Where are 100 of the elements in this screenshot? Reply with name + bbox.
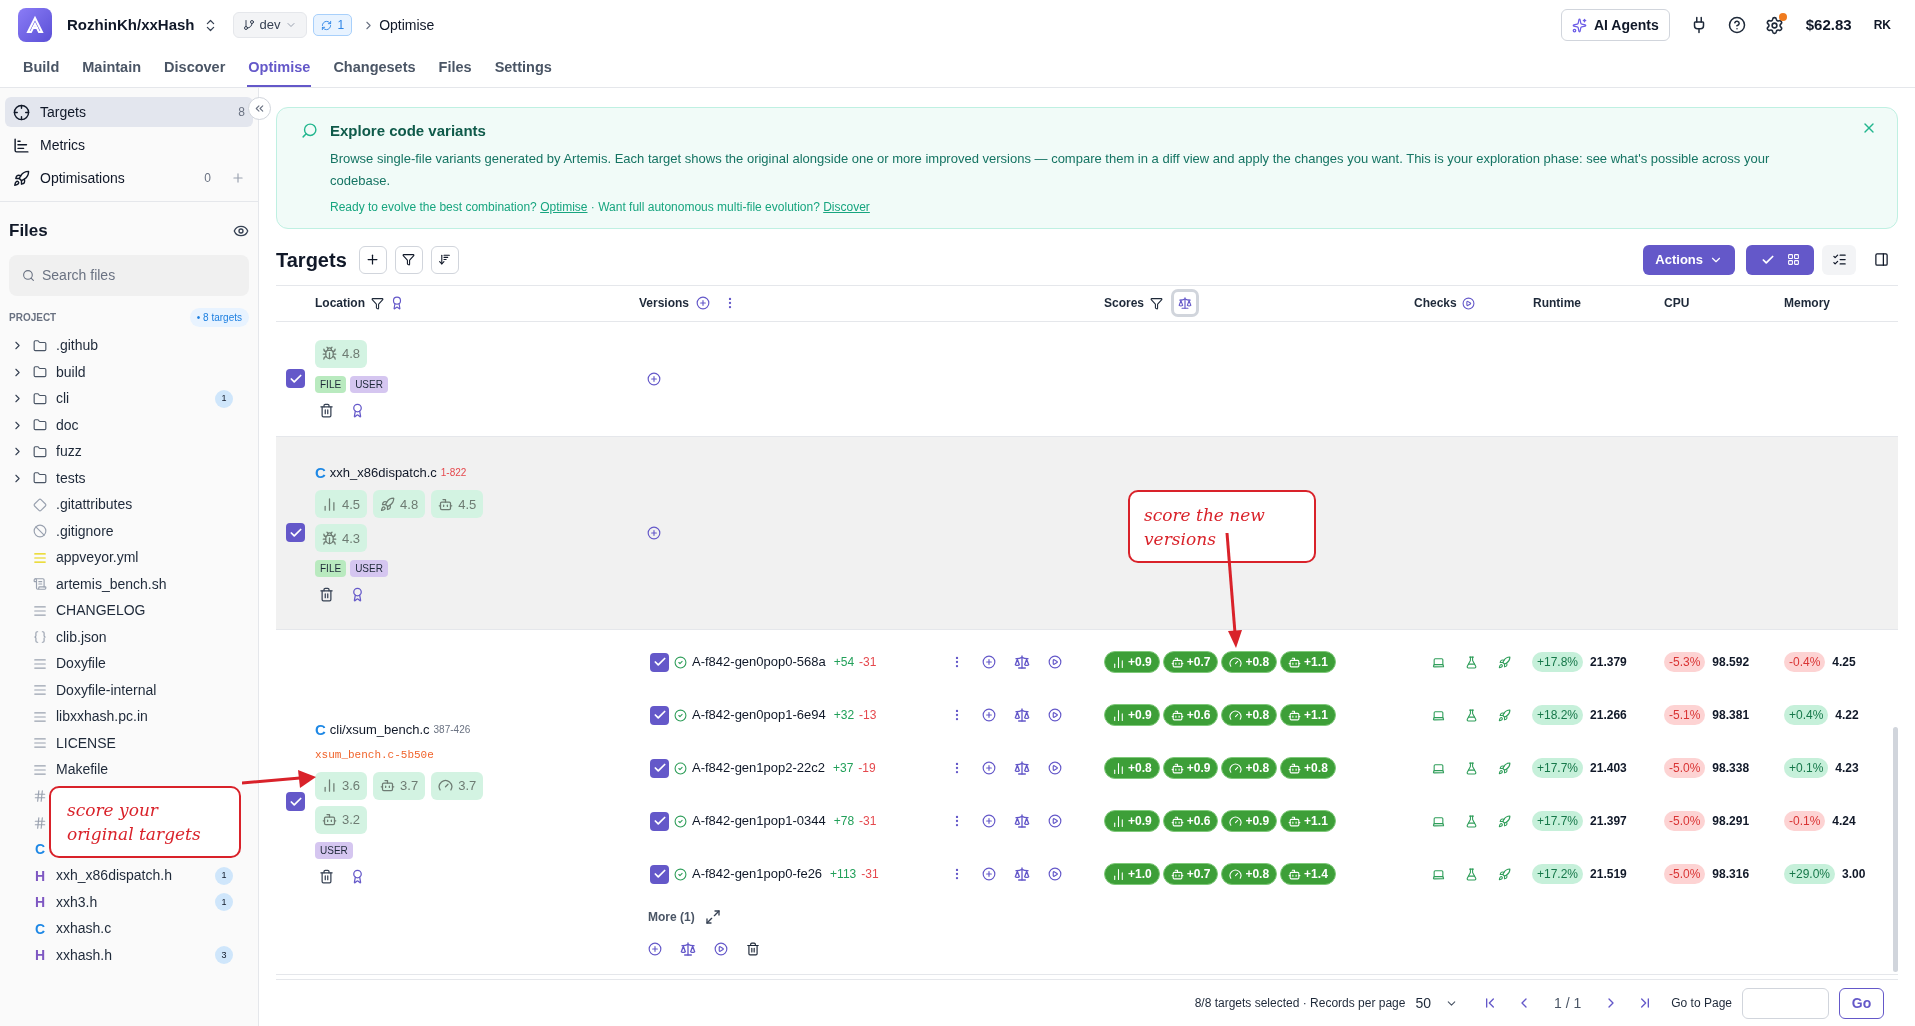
checkbox[interactable] [650,811,669,831]
app-logo[interactable] [18,8,52,42]
nav-tab[interactable]: Discover [163,57,227,87]
file-name[interactable]: xxhash.c [56,918,233,940]
file-path[interactable]: xxh_x86dispatch.c [329,462,437,483]
page-input[interactable] [1742,987,1829,1019]
nav-tab[interactable]: Changesets [332,57,417,87]
column-header[interactable]: Scores [1104,294,1145,312]
more-link[interactable]: More (1) [648,907,695,926]
ai-agents-button[interactable]: AI Agents [1560,9,1670,41]
file-name[interactable]: LICENSE [56,732,233,754]
scale-icon[interactable] [1014,654,1030,670]
nav-tab[interactable]: Files [437,57,473,87]
add-icon[interactable] [648,941,662,956]
actions-button[interactable]: Actions [1643,244,1735,275]
file-name[interactable]: cli [56,388,215,410]
play-icon[interactable] [1048,655,1062,669]
grid-view-button[interactable] [1746,244,1814,275]
file-name[interactable]: fuzz [56,441,233,463]
file-name[interactable]: appveyor.yml [56,547,233,569]
delete-icon[interactable] [319,868,334,884]
file-name[interactable]: libxxhash.pc.in [56,706,233,728]
sidebar-item[interactable]: Optimisations 0 [5,163,253,193]
file-name[interactable]: .gitignore [56,520,233,542]
add-icon[interactable] [982,814,996,828]
delete-icon[interactable] [319,402,334,418]
checkbox[interactable] [286,369,305,388]
checkbox[interactable] [650,864,669,884]
add-button[interactable] [358,245,387,274]
column-header[interactable]: Runtime [1533,296,1581,310]
nav-tab[interactable]: Settings [493,57,553,87]
play-icon[interactable] [1048,708,1062,722]
add-version-icon[interactable] [647,371,661,386]
expand-icon[interactable] [704,908,721,925]
add-icon[interactable] [982,761,996,775]
award-icon[interactable] [390,296,404,310]
search-field[interactable]: Search files [9,254,249,296]
nav-tab[interactable]: Maintain [81,57,143,87]
file-name[interactable]: artemis_bench.sh [56,573,233,595]
add-icon[interactable] [696,296,711,310]
version-name[interactable]: A-f842-gen1pop2-22c2 [692,758,825,778]
scale-icon[interactable] [1014,760,1030,776]
file-name[interactable]: doc [56,414,233,436]
file-name[interactable]: xxh3.h [56,891,215,913]
award-icon[interactable] [350,402,365,418]
help-icon[interactable] [1727,16,1746,34]
column-header[interactable]: Location [315,294,365,312]
filter-icon[interactable] [371,296,384,310]
column-header[interactable]: Versions [639,294,690,312]
go-button[interactable]: Go [1839,987,1884,1019]
per-page-select[interactable]: 50 [1415,992,1459,1014]
version-name[interactable]: A-f842-gen0pop1-6e94 [692,705,826,725]
file-name[interactable]: CHANGELOG [56,600,233,622]
checkbox[interactable] [286,792,305,811]
score-all-button[interactable] [1171,289,1200,317]
file-name[interactable]: .gitattributes [56,494,233,516]
file-name[interactable]: .github [56,335,233,357]
add-version-icon[interactable] [647,525,661,540]
file-name[interactable]: clib.json [56,626,233,648]
scrollbar-thumb[interactable] [1893,726,1898,972]
column-header[interactable]: Checks [1414,294,1457,312]
checkbox[interactable] [650,705,669,725]
list-view-button[interactable] [1822,244,1856,275]
settings-icon[interactable] [1764,15,1784,35]
scale-icon[interactable] [680,940,696,957]
play-icon[interactable] [1048,761,1062,775]
version-name[interactable]: A-f842-gen1pop0-fe26 [692,864,823,884]
award-icon[interactable] [350,868,365,884]
sidebar-item[interactable]: Metrics [5,130,253,160]
file-name[interactable]: Doxyfile-internal [56,679,233,701]
nav-tab[interactable]: Optimise [247,57,312,87]
play-icon[interactable] [1461,296,1475,310]
add-icon[interactable] [982,708,996,722]
scale-icon[interactable] [1014,813,1030,829]
checkbox[interactable] [286,523,305,542]
sort-button[interactable] [430,245,459,274]
version-name[interactable]: A-f842-gen0pop0-568a [692,652,826,672]
file-name[interactable]: build [56,361,233,383]
delete-icon[interactable] [746,941,760,956]
play-icon[interactable] [1048,867,1062,881]
sidebar-item[interactable]: Targets 8 [5,97,253,127]
file-name[interactable]: tests [56,467,233,489]
scale-icon[interactable] [1014,707,1030,723]
play-icon[interactable] [714,941,728,956]
add-icon[interactable] [982,867,996,881]
user-initials[interactable]: RK [1873,16,1891,34]
file-name[interactable]: Doxyfile [56,653,233,675]
file-path[interactable]: cli/xsum_bench.c [329,719,430,739]
file-name[interactable]: xxhash.h [56,944,215,966]
play-icon[interactable] [1048,814,1062,828]
award-icon[interactable] [350,587,365,603]
branch-selector[interactable]: dev [232,12,308,38]
column-header[interactable]: Memory [1784,296,1830,310]
nav-tab[interactable]: Build [22,57,61,87]
checkbox[interactable] [650,652,669,672]
delete-icon[interactable] [319,587,334,603]
checkbox[interactable] [650,758,669,778]
file-name[interactable]: Makefile [56,759,233,781]
add-icon[interactable] [982,655,996,669]
version-name[interactable]: A-f842-gen1pop1-0344 [692,811,826,831]
